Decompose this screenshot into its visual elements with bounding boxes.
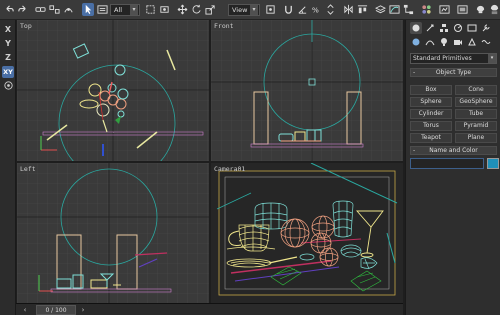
viewport-label-top[interactable]: Top bbox=[20, 22, 32, 30]
axis-y-button[interactable]: Y bbox=[2, 38, 14, 50]
bind-space-warp-icon[interactable] bbox=[62, 3, 74, 16]
mirror-icon[interactable] bbox=[342, 3, 354, 16]
name-and-color-title: Name and Color bbox=[429, 147, 478, 154]
object-name-input[interactable] bbox=[410, 158, 484, 169]
chevron-down-icon: ▾ bbox=[250, 5, 258, 15]
render-frame-icon[interactable] bbox=[456, 3, 468, 16]
teapot-button[interactable]: Teapot bbox=[410, 133, 452, 143]
axis-xy-button[interactable]: XY bbox=[2, 66, 14, 78]
utilities-tab-icon[interactable] bbox=[480, 22, 492, 34]
primitive-category-dropdown[interactable]: Standard Primitives ▾ bbox=[410, 53, 497, 64]
cone-button[interactable]: Cone bbox=[455, 85, 497, 95]
scale-icon[interactable] bbox=[204, 3, 216, 16]
select-icon[interactable] bbox=[82, 3, 94, 16]
selection-filter-dropdown[interactable]: All ▾ bbox=[110, 4, 140, 16]
layer-icon[interactable] bbox=[374, 3, 386, 16]
time-slider-next-icon[interactable]: › bbox=[78, 305, 88, 315]
time-slider-frame[interactable]: 0 / 100 bbox=[36, 305, 76, 315]
percent-snap-icon[interactable]: % bbox=[310, 3, 322, 16]
cameras-icon[interactable] bbox=[452, 36, 464, 48]
motion-tab-icon[interactable] bbox=[452, 22, 464, 34]
tube-button[interactable]: Tube bbox=[455, 109, 497, 119]
box-button[interactable]: Box bbox=[410, 85, 452, 95]
chevron-down-icon: ▾ bbox=[130, 5, 138, 15]
geosphere-button[interactable]: GeoSphere bbox=[455, 97, 497, 107]
display-tab-icon[interactable] bbox=[466, 22, 478, 34]
rotate-icon[interactable] bbox=[190, 3, 202, 16]
axis-z-button[interactable]: Z bbox=[2, 52, 14, 64]
create-tab-icon[interactable] bbox=[410, 22, 422, 34]
viewport-label-front[interactable]: Front bbox=[214, 22, 234, 30]
pyramid-button[interactable]: Pyramid bbox=[455, 121, 497, 131]
snap-settings-icon[interactable] bbox=[2, 80, 14, 92]
unlink-icon[interactable] bbox=[48, 3, 60, 16]
schematic-view-icon[interactable] bbox=[402, 3, 414, 16]
viewport-top[interactable]: . Top bbox=[17, 20, 209, 161]
svg-text:%: % bbox=[311, 5, 318, 14]
plane-button[interactable]: Plane bbox=[455, 133, 497, 143]
coord-system-value: View bbox=[232, 6, 248, 14]
chevron-down-icon: ▾ bbox=[488, 54, 496, 63]
redo-icon[interactable] bbox=[16, 3, 28, 16]
viewport-camera-scene bbox=[211, 163, 403, 303]
render-icon[interactable] bbox=[474, 3, 486, 16]
helpers-icon[interactable] bbox=[466, 36, 478, 48]
region-select-icon[interactable] bbox=[144, 3, 156, 16]
curve-editor-icon[interactable] bbox=[388, 3, 400, 16]
torus-button[interactable]: Torus bbox=[410, 121, 452, 131]
collapse-icon: - bbox=[413, 69, 416, 76]
geometry-icon[interactable] bbox=[410, 36, 422, 48]
viewport-left-scene bbox=[17, 163, 209, 303]
angle-snap-icon[interactable] bbox=[296, 3, 308, 16]
command-panel: Standard Primitives ▾ - Object Type Box … bbox=[405, 20, 500, 315]
spinner-snap-icon[interactable] bbox=[324, 3, 336, 16]
viewport-label-camera[interactable]: Camera01 bbox=[214, 165, 245, 173]
render-production-icon[interactable] bbox=[488, 3, 500, 16]
align-icon[interactable] bbox=[356, 3, 368, 16]
viewport-camera[interactable]: Camera01 bbox=[211, 163, 403, 303]
time-slider-prev-icon[interactable]: ‹ bbox=[20, 305, 30, 315]
window-crossing-icon[interactable] bbox=[158, 3, 170, 16]
move-icon[interactable] bbox=[176, 3, 188, 16]
time-slider[interactable]: ‹ 0 / 100 › bbox=[16, 303, 403, 315]
pivot-icon[interactable] bbox=[264, 3, 276, 16]
material-editor-icon[interactable] bbox=[420, 3, 432, 16]
reference-coordinate-dropdown[interactable]: View ▾ bbox=[228, 4, 260, 16]
shapes-icon[interactable] bbox=[424, 36, 436, 48]
link-icon[interactable] bbox=[34, 3, 46, 16]
viewport-left[interactable]: Left bbox=[17, 163, 209, 303]
snap-icon[interactable] bbox=[282, 3, 294, 16]
viewport-label-left[interactable]: Left bbox=[20, 165, 36, 173]
object-type-rollout-header[interactable]: - Object Type bbox=[410, 68, 497, 77]
collapse-icon: - bbox=[413, 147, 416, 154]
lights-icon[interactable] bbox=[438, 36, 450, 48]
render-setup-icon[interactable] bbox=[438, 3, 450, 16]
cylinder-button[interactable]: Cylinder bbox=[410, 109, 452, 119]
select-by-name-icon[interactable] bbox=[96, 3, 108, 16]
selection-filter-value: All bbox=[114, 6, 123, 14]
object-type-title: Object Type bbox=[435, 69, 472, 76]
axis-x-button[interactable]: X bbox=[2, 24, 14, 36]
viewport-front[interactable]: Front bbox=[211, 20, 403, 161]
hierarchy-tab-icon[interactable] bbox=[438, 22, 450, 34]
sphere-button[interactable]: Sphere bbox=[410, 97, 452, 107]
modify-tab-icon[interactable] bbox=[424, 22, 436, 34]
object-color-swatch[interactable] bbox=[487, 158, 499, 169]
undo-icon[interactable] bbox=[3, 3, 15, 16]
main-toolbar: All ▾ View ▾ % bbox=[0, 0, 500, 20]
axis-constraints-toolbar: X Y Z XY bbox=[0, 20, 16, 315]
name-and-color-rollout-header[interactable]: - Name and Color bbox=[410, 146, 497, 155]
viewport-front-scene bbox=[211, 20, 403, 161]
command-panel-tabs bbox=[408, 22, 499, 50]
primitive-category-value: Standard Primitives bbox=[413, 55, 472, 62]
space-warps-icon[interactable] bbox=[480, 36, 492, 48]
viewport-top-scene: . bbox=[17, 20, 209, 161]
